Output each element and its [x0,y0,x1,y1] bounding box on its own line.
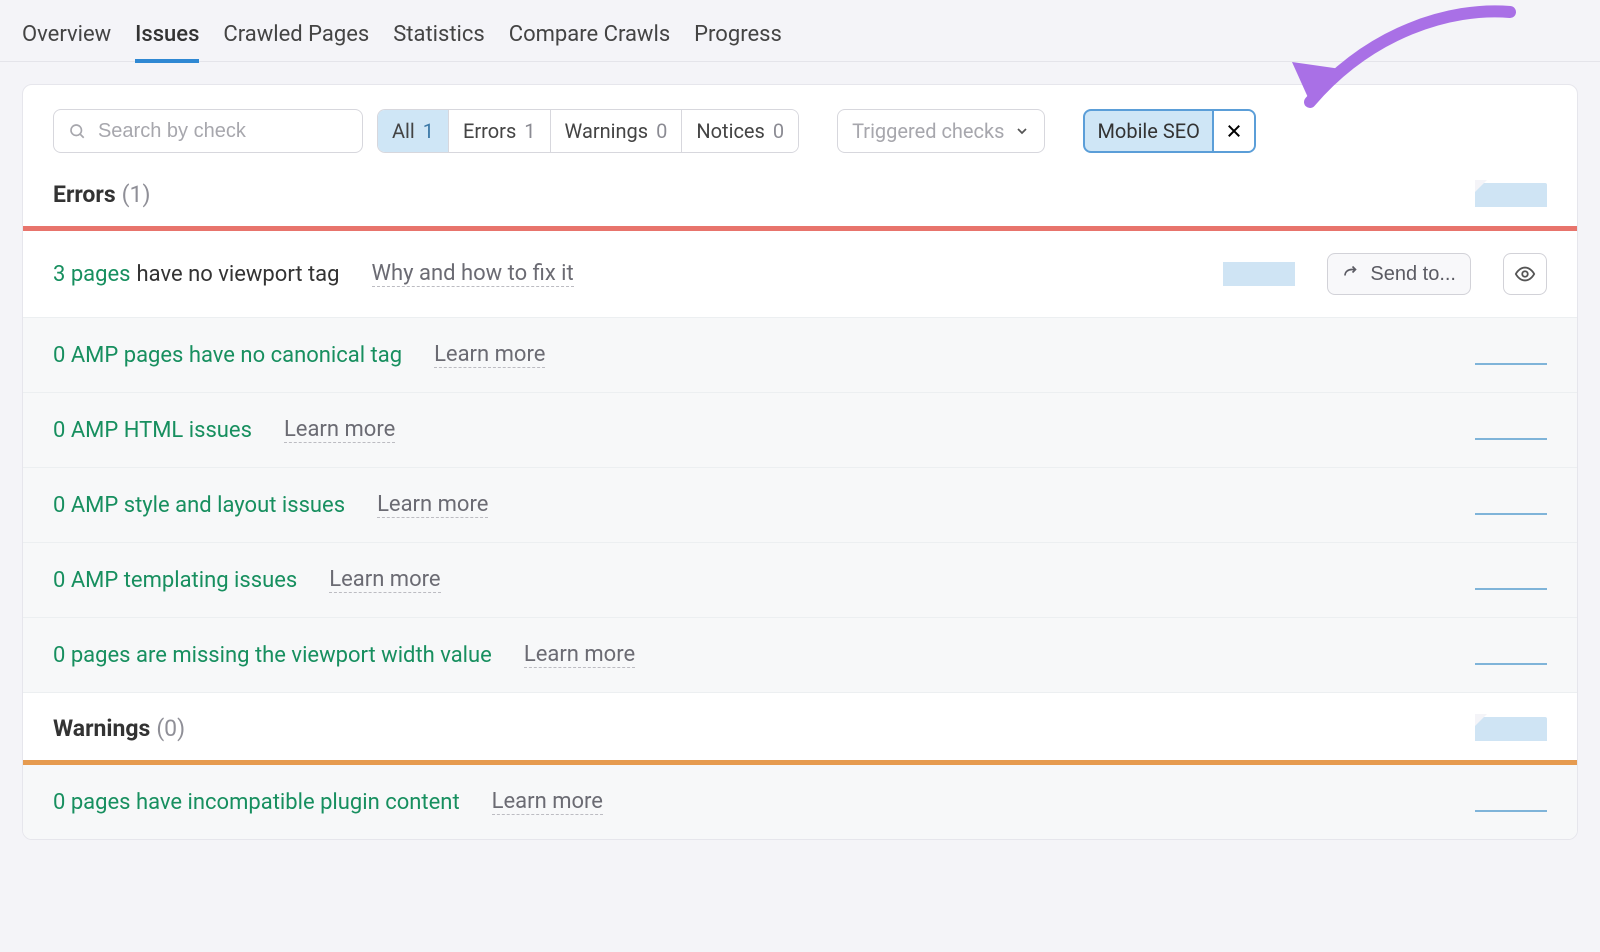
segment-label: Notices [696,119,764,143]
section-title: Warnings [53,715,150,742]
issues-card: All 1 Errors 1 Warnings 0 Notices 0 Triggered c… [22,84,1578,840]
tab-progress[interactable]: Progress [694,10,782,59]
segment-errors[interactable]: Errors 1 [449,110,550,152]
page-count-link[interactable]: 3 pages [53,262,131,287]
search-box[interactable] [53,109,363,153]
help-link[interactable]: Why and how to fix it [372,261,574,287]
segment-warnings[interactable]: Warnings 0 [551,110,683,152]
issue-row: 3 pages have no viewport tag Why and how … [23,231,1577,318]
issue-row: 0 pages are missing the viewport width v… [23,618,1577,693]
trend-sparkline [1475,643,1547,667]
filters-row: All 1 Errors 1 Warnings 0 Notices 0 Triggered c… [23,85,1577,159]
section-count: (0) [156,715,185,742]
chip-label: Mobile SEO [1085,111,1211,151]
send-to-label: Send to... [1370,263,1456,286]
tab-overview[interactable]: Overview [22,10,111,59]
segment-label: Warnings [565,119,649,143]
trend-sparkline [1475,418,1547,442]
dropdown-label: Triggered checks [852,119,1004,143]
help-link[interactable]: Learn more [377,492,488,518]
issue-text: 0 AMP pages have no canonical tag [53,343,402,368]
segment-count: 1 [524,119,535,143]
triggered-checks-dropdown[interactable]: Triggered checks [837,109,1045,153]
trend-sparkline [1475,790,1547,814]
chevron-down-icon [1014,123,1030,139]
tab-statistics[interactable]: Statistics [393,10,485,59]
view-details-button[interactable] [1503,253,1547,295]
help-link[interactable]: Learn more [329,567,440,593]
share-arrow-icon [1342,265,1360,283]
issue-text: 0 pages have incompatible plugin content [53,790,460,815]
issue-description: have no viewport tag [137,262,340,287]
issue-row: 0 AMP HTML issues Learn more [23,393,1577,468]
segment-count: 0 [656,119,667,143]
trend-sparkline [1223,262,1295,286]
send-to-button[interactable]: Send to... [1327,253,1471,295]
segment-all[interactable]: All 1 [378,110,449,152]
issue-row: 0 AMP style and layout issues Learn more [23,468,1577,543]
section-count: (1) [122,181,151,208]
top-tabs: Overview Issues Crawled Pages Statistics Com… [0,0,1600,62]
trend-sparkline [1475,493,1547,517]
tab-crawled-pages[interactable]: Crawled Pages [223,10,369,59]
help-link[interactable]: Learn more [434,342,545,368]
eye-icon [1514,263,1536,285]
help-link[interactable]: Learn more [492,789,603,815]
close-icon [1225,122,1243,140]
tab-issues[interactable]: Issues [135,10,199,63]
section-header-errors: Errors (1) [23,159,1577,226]
section-sparkline [1475,183,1547,207]
segment-label: All [392,119,415,143]
segment-count: 1 [423,119,434,143]
issue-text: 0 AMP templating issues [53,568,297,593]
section-sparkline [1475,717,1547,741]
chip-remove-button[interactable] [1212,111,1254,151]
trend-sparkline [1475,343,1547,367]
search-input[interactable] [96,119,348,144]
search-icon [68,121,86,141]
tab-compare-crawls[interactable]: Compare Crawls [509,10,670,59]
help-link[interactable]: Learn more [524,642,635,668]
issue-row: 0 AMP pages have no canonical tag Learn m… [23,318,1577,393]
issue-text: 0 AMP style and layout issues [53,493,345,518]
segment-count: 0 [773,119,784,143]
issue-text: 0 pages are missing the viewport width v… [53,643,492,668]
issue-text: 0 AMP HTML issues [53,418,252,443]
section-header-warnings: Warnings (0) [23,693,1577,760]
filter-chip-mobile-seo: Mobile SEO [1083,109,1255,153]
help-link[interactable]: Learn more [284,417,395,443]
issue-row: 0 AMP templating issues Learn more [23,543,1577,618]
issue-type-tabs: All 1 Errors 1 Warnings 0 Notices 0 [377,109,799,153]
trend-sparkline [1475,568,1547,592]
segment-label: Errors [463,119,516,143]
issue-text: 3 pages have no viewport tag [53,262,340,287]
section-title: Errors [53,181,116,208]
sections-container: Errors (1) 3 pages have no viewport tag Wh… [23,159,1577,839]
segment-notices[interactable]: Notices 0 [682,110,798,152]
issue-row: 0 pages have incompatible plugin content… [23,765,1577,839]
